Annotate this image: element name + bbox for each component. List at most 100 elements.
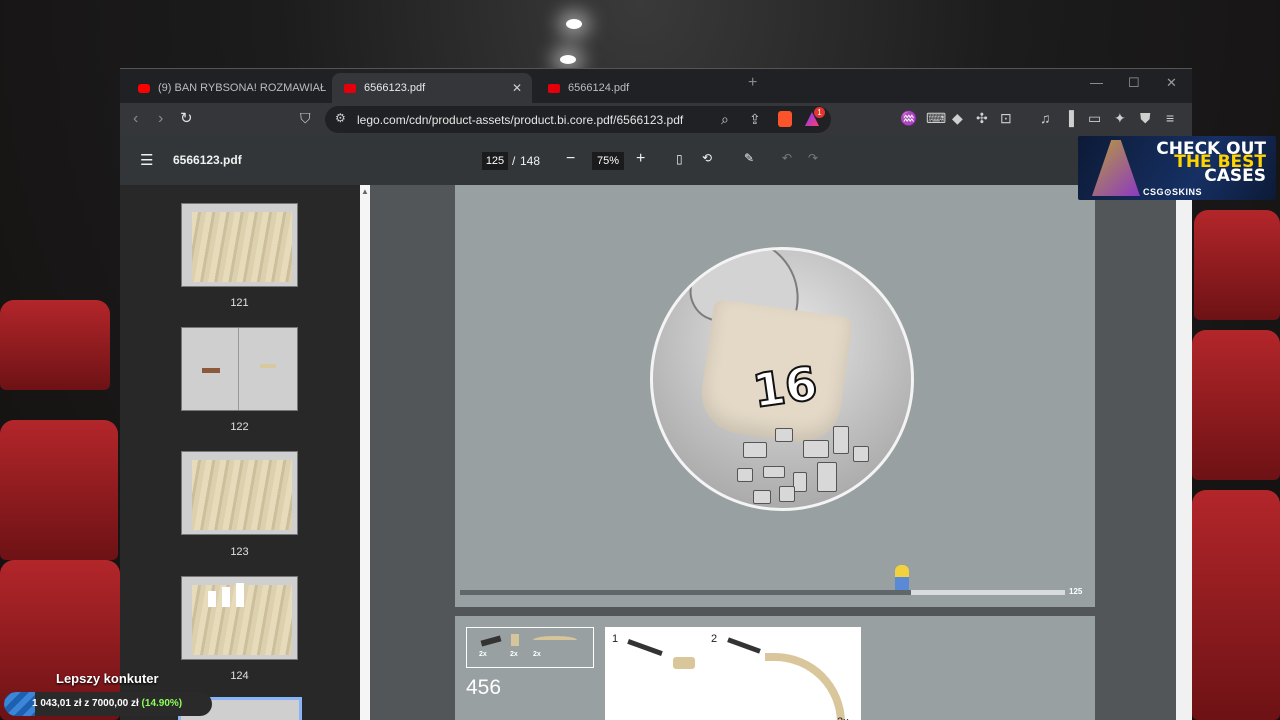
- cinema-seat: [1194, 210, 1280, 320]
- part-icon: [627, 638, 663, 657]
- zoom-out-icon[interactable]: −: [566, 150, 575, 168]
- scroll-up-icon[interactable]: ▲: [361, 187, 369, 196]
- multiplier-label: 2x: [837, 716, 849, 720]
- extension-icon[interactable]: ◆: [952, 111, 963, 125]
- total-pages: 148: [520, 154, 541, 168]
- vpn-icon[interactable]: ⛊: [1140, 111, 1151, 125]
- window-close-icon[interactable]: ✕: [1166, 75, 1177, 91]
- cinema-seat: [0, 420, 118, 560]
- site-info-icon[interactable]: ⚙: [335, 112, 346, 124]
- page-thumbnail[interactable]: [181, 451, 298, 535]
- cinema-seat: [0, 300, 110, 390]
- wallet-icon[interactable]: ▭: [1088, 111, 1101, 125]
- part-icon: [511, 634, 519, 646]
- menu-icon[interactable]: ≡: [1166, 111, 1174, 125]
- extension-icon[interactable]: ♒: [900, 111, 917, 125]
- stream-background: (9) BAN RYBSONA! ROZMAWIAŁ Z D 6566123.p…: [0, 0, 1280, 720]
- part-icon: [765, 653, 845, 720]
- progress-fill: [460, 590, 911, 595]
- back-icon[interactable]: ‹: [133, 110, 138, 128]
- maximize-icon[interactable]: ☐: [1128, 75, 1140, 91]
- reload-icon[interactable]: ↻: [180, 109, 193, 127]
- step-number: 456: [466, 676, 502, 699]
- page-thumbnail[interactable]: [181, 327, 298, 411]
- rotate-icon[interactable]: ⟲: [702, 151, 712, 165]
- browser-window: (9) BAN RYBSONA! ROZMAWIAŁ Z D 6566123.p…: [120, 68, 1192, 720]
- thumbnail-image: [202, 368, 220, 373]
- thumbnail-label: 121: [230, 297, 249, 309]
- address-bar[interactable]: ⚙ lego.com/cdn/product-assets/product.bi…: [325, 106, 831, 133]
- substep-number: 2: [711, 633, 718, 645]
- brick-illustration: [803, 440, 829, 458]
- fit-page-icon[interactable]: ▯: [676, 152, 683, 166]
- knife-icon: [1092, 140, 1140, 196]
- thumbnail-image: [236, 583, 244, 607]
- part-icon: [533, 636, 577, 644]
- new-tab-button[interactable]: +: [748, 74, 757, 92]
- notification-badge: 1: [814, 107, 825, 118]
- ceiling-light: [566, 19, 582, 29]
- tab-title: 6566123.pdf: [364, 82, 426, 94]
- ai-icon[interactable]: ✦: [1114, 111, 1126, 125]
- page-separator: /: [512, 154, 516, 168]
- forward-icon[interactable]: ›: [158, 110, 163, 128]
- zoom-input[interactable]: 75%: [592, 152, 624, 170]
- sidebar-icon[interactable]: ▐: [1064, 111, 1074, 125]
- bookmark-icon[interactable]: ⛉: [300, 111, 311, 125]
- ceiling-light: [560, 55, 576, 64]
- sidebar-scrollbar[interactable]: ▲: [360, 185, 370, 720]
- viewer-scrollbar[interactable]: [1176, 185, 1192, 720]
- music-icon[interactable]: ♫: [1040, 111, 1051, 125]
- zoom-in-icon[interactable]: +: [636, 150, 645, 168]
- lego-icon: [344, 83, 356, 93]
- annotate-icon[interactable]: ✎: [744, 151, 754, 165]
- tab-youtube[interactable]: (9) BAN RYBSONA! ROZMAWIAŁ Z D: [126, 73, 326, 103]
- extension-icon[interactable]: ⌨: [926, 111, 946, 125]
- brick-illustration: [833, 426, 849, 454]
- brick-illustration: [753, 490, 771, 504]
- hamburger-menu-icon[interactable]: ☰: [140, 151, 153, 169]
- goal-text: 1 043,01 zł z 7000,00 zł (14.90%): [32, 698, 182, 709]
- brick-illustration: [743, 442, 767, 458]
- page-number-input[interactable]: 125: [482, 152, 508, 170]
- youtube-icon: [138, 83, 150, 93]
- tab-title: (9) BAN RYBSONA! ROZMAWIAŁ Z D: [158, 82, 326, 94]
- cinema-seat: [1192, 330, 1280, 480]
- brave-shield-icon[interactable]: [778, 111, 792, 127]
- goal-target: 7000,00 zł: [92, 698, 139, 709]
- goal-connector: z: [84, 698, 90, 709]
- redo-icon[interactable]: ↷: [808, 151, 818, 165]
- minimize-icon[interactable]: —: [1090, 75, 1103, 90]
- goal-progress-fill: [4, 692, 35, 716]
- tab-strip: (9) BAN RYBSONA! ROZMAWIAŁ Z D 6566123.p…: [120, 69, 1192, 103]
- file-name: 6566123.pdf: [173, 153, 242, 167]
- page-number: 125: [1069, 587, 1083, 596]
- close-icon[interactable]: ✕: [512, 81, 522, 95]
- thumbnail-label: 123: [230, 546, 249, 558]
- part-icon: [480, 635, 502, 647]
- pdf-page-next: 2x 2x 2x 456 1 2 2x: [455, 616, 1095, 720]
- tab-pdf-active[interactable]: 6566123.pdf ✕: [332, 73, 532, 103]
- thumbnail-label: 122: [230, 421, 249, 433]
- tab-pdf[interactable]: 6566124.pdf: [536, 73, 736, 103]
- tab-title: 6566124.pdf: [568, 82, 630, 94]
- thumbnail-image: [222, 587, 230, 607]
- puzzle-icon[interactable]: ✣: [976, 111, 988, 125]
- page-thumbnail[interactable]: [181, 203, 298, 287]
- part-icon: [673, 657, 695, 669]
- thumbnail-label: 124: [230, 670, 249, 682]
- brick-illustration: [853, 446, 869, 462]
- donation-goal-bar: 1 043,01 zł z 7000,00 zł (14.90%): [4, 692, 212, 716]
- zoom-icon[interactable]: ⌕: [721, 112, 729, 126]
- extension-icon[interactable]: ⊡: [1000, 111, 1012, 125]
- part-count: 2x: [533, 651, 541, 658]
- brick-illustration: [817, 462, 837, 492]
- undo-icon[interactable]: ↶: [782, 151, 792, 165]
- goal-percent: (14.90%): [141, 698, 183, 709]
- thumbnail-image: [192, 212, 292, 282]
- url-text: lego.com/cdn/product-assets/product.bi.c…: [357, 113, 684, 127]
- browser-toolbar: ‹ › ↻ ⛉ ⚙ lego.com/cdn/product-assets/pr…: [120, 103, 1192, 135]
- page-thumbnail[interactable]: [181, 576, 298, 660]
- pdf-toolbar: ☰ 6566123.pdf 125 / 148 − 75% + ▯ ⟲ ✎ ↶ …: [120, 135, 1192, 185]
- share-icon[interactable]: ⇪: [749, 112, 761, 126]
